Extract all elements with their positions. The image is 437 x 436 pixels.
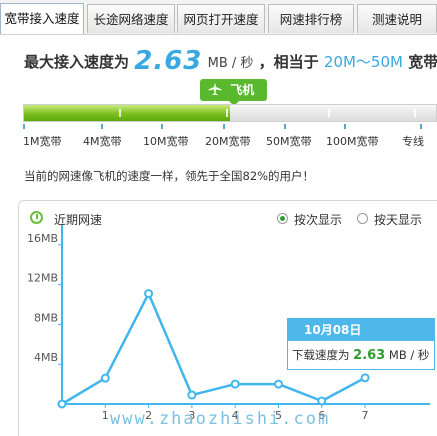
data-tooltip: 10月08日 下载速度为 2.63 MB / 秒 [287, 318, 435, 370]
data-point [187, 390, 197, 400]
data-point [317, 396, 327, 406]
tooltip-unit: MB / 秒 [388, 348, 430, 362]
y-tick-label: 16MB [27, 232, 58, 245]
data-point [144, 289, 154, 299]
data-point [57, 399, 67, 409]
data-point [360, 373, 370, 383]
data-point [273, 379, 283, 389]
data-point [100, 373, 110, 383]
tooltip-value: 2.63 [353, 348, 386, 363]
x-tick-label: 7 [362, 409, 369, 422]
y-tick-label: 12MB [27, 272, 58, 285]
tooltip-label: 下载速度为 [292, 348, 350, 362]
data-point [230, 379, 240, 389]
tooltip-date: 10月08日 [288, 319, 434, 341]
y-tick-label: 8MB [34, 311, 58, 324]
tooltip-body: 下载速度为 2.63 MB / 秒 [288, 341, 434, 369]
watermark: www.zhaozhishi.com [110, 409, 331, 429]
x-tick-label: 1 [102, 409, 109, 422]
y-tick-label: 4MB [34, 351, 58, 364]
